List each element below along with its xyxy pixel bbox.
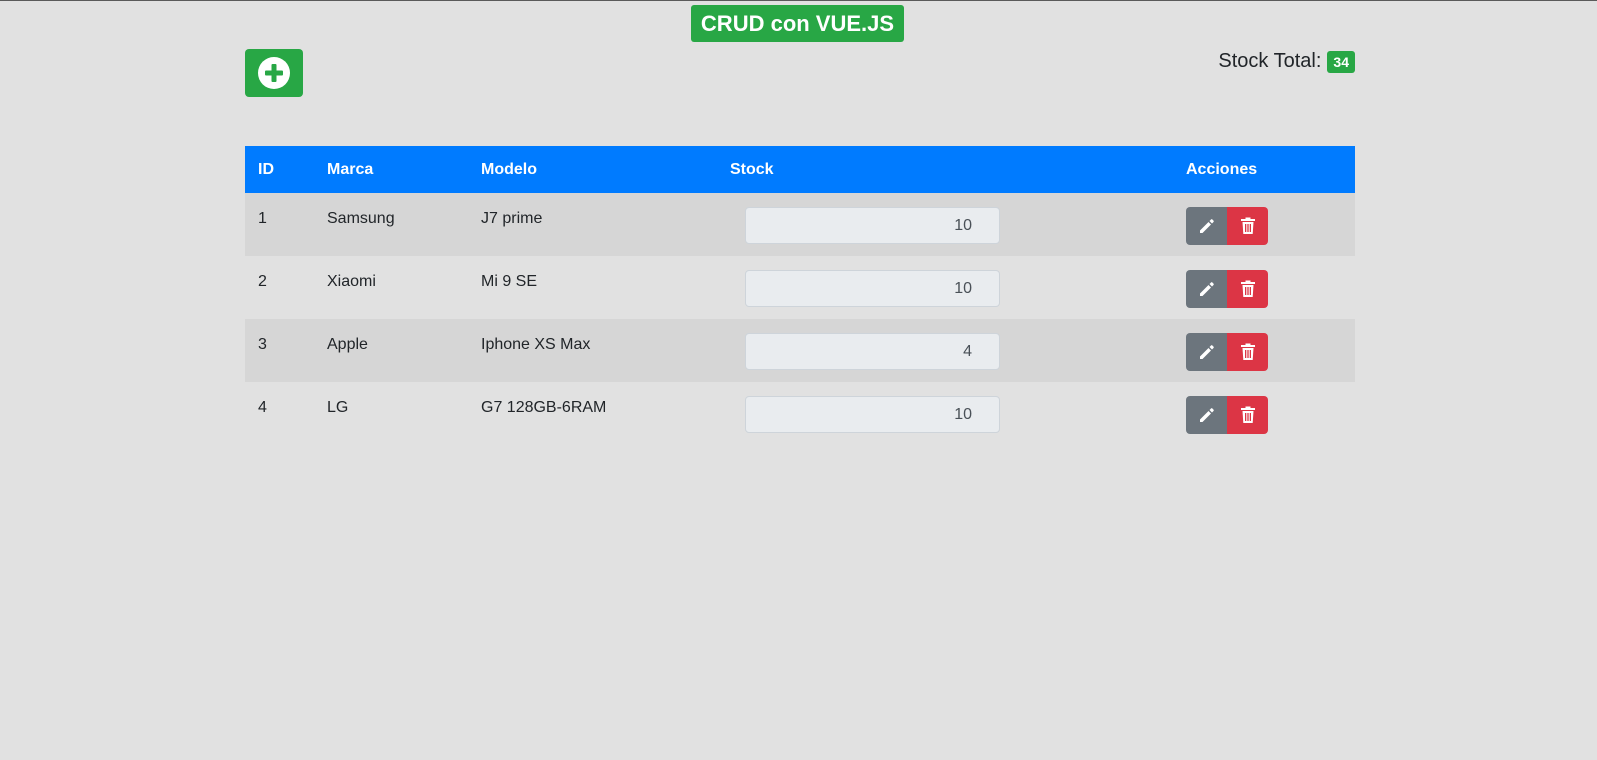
plus-circle-icon [258,57,290,89]
cell-marca: Apple [327,336,368,353]
header-id: ID [258,160,274,178]
delete-button[interactable] [1227,207,1268,245]
edit-button[interactable] [1186,333,1227,371]
stock-input[interactable] [745,270,1000,307]
edit-button[interactable] [1186,207,1227,245]
cell-modelo: G7 128GB-6RAM [481,399,607,416]
cell-marca: LG [327,399,349,416]
cell-id: 2 [258,273,267,290]
pencil-icon [1199,345,1214,359]
cell-modelo: Iphone XS Max [481,336,591,353]
header-marca: Marca [327,160,374,178]
stock-total-label: Stock Total: [1218,50,1322,72]
stock-input[interactable] [745,396,1000,433]
edit-button[interactable] [1186,396,1227,434]
header-modelo: Modelo [481,160,537,178]
table-row: 2 Xiaomi Mi 9 SE [245,256,1355,319]
table-row: 1 Samsung J7 prime [245,193,1355,256]
trash-icon [1240,217,1255,234]
cell-modelo: Mi 9 SE [481,273,538,290]
delete-button[interactable] [1227,270,1268,308]
stock-total: Stock Total: 34 [1218,50,1355,73]
cell-marca: Samsung [327,210,395,227]
pencil-icon [1199,282,1214,296]
edit-button[interactable] [1186,270,1227,308]
trash-icon [1240,406,1255,423]
trash-icon [1240,343,1255,360]
delete-button[interactable] [1227,333,1268,371]
cell-marca: Xiaomi [327,273,376,290]
stock-input[interactable] [745,333,1000,370]
trash-icon [1240,280,1255,297]
stock-total-badge: 34 [1327,50,1355,73]
table-header-row: ID Marca Modelo Stock Acciones [245,146,1355,193]
pencil-icon [1199,219,1214,233]
header-stock: Stock [730,160,774,178]
delete-button[interactable] [1227,396,1268,434]
cell-modelo: J7 prime [481,210,543,227]
table-row: 3 Apple Iphone XS Max [245,319,1355,382]
cell-id: 4 [258,399,267,416]
stock-input[interactable] [745,207,1000,244]
page-title: CRUD con VUE.JS [690,5,905,42]
cell-id: 1 [258,210,267,227]
top-border [0,0,1597,1]
pencil-icon [1199,408,1214,422]
table-row: 4 LG G7 128GB-6RAM [245,382,1355,445]
add-button[interactable] [245,49,303,97]
cell-id: 3 [258,336,267,353]
products-table: ID Marca Modelo Stock Acciones 1 Samsung… [245,146,1355,445]
header-acciones: Acciones [1186,160,1258,178]
